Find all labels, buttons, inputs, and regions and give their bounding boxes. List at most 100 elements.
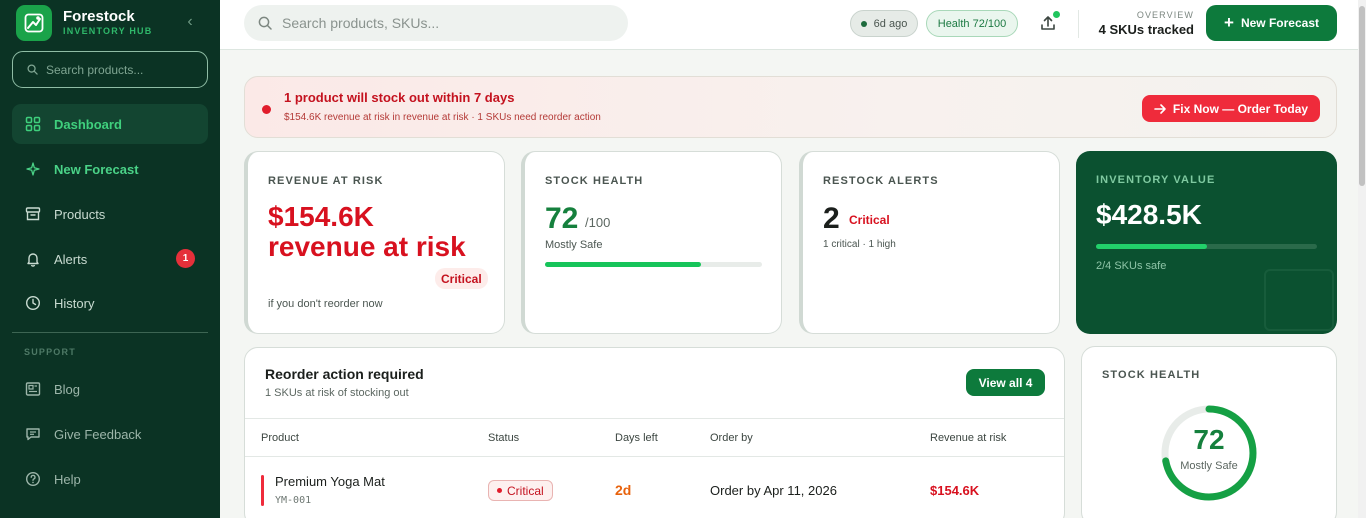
health-pill[interactable]: Health 72/100 [926,10,1018,37]
product-sku: YM-001 [275,495,312,506]
overview-label: OVERVIEW [1136,10,1194,20]
fix-now-button[interactable]: Fix Now — Order Today [1142,95,1320,122]
notification-dot [1053,11,1060,18]
sidebar-item-label: Help [54,471,81,487]
sidebar-item-label: History [54,295,95,311]
column-header-order-by[interactable]: Order by [710,432,753,444]
global-search-input[interactable] [282,15,602,31]
table-row[interactable]: Premium Yoga Mat YM-001 Critical 2d Orde… [245,458,1064,518]
card-label: STOCK HEALTH [545,175,644,187]
card-label: RESTOCK ALERTS [823,175,939,187]
sidebar-item-label: Give Feedback [54,426,142,442]
revenue-at-risk-value: $154.6K revenue at risk [268,201,466,262]
support-heading: SUPPORT [24,347,76,357]
order-by-date: Order by Apr 11, 2026 [710,483,837,498]
inventory-value-card: INVENTORY VALUE $428.5K 2/4 SKUs safe [1076,151,1337,334]
sidebar-item-new-forecast[interactable]: New Forecast [12,149,208,189]
stock-health-progress-bar [545,262,762,267]
message-icon [24,425,42,443]
restock-alerts-card: RESTOCK ALERTS 2 Critical 1 critical · 1… [799,151,1060,334]
brand-name: Forestock [63,8,135,25]
arrow-right-icon [1154,103,1166,114]
brand[interactable]: Forestock INVENTORY HUB [16,5,152,41]
new-forecast-label: New Forecast [1240,16,1319,30]
card-subtext: if you don't reorder now [268,298,383,310]
clock-icon [24,294,42,312]
sidebar-item-label: Alerts [54,251,88,267]
alerts-count-badge: 1 [176,249,195,268]
status-text: Critical [507,483,544,498]
scrollbar-thumb[interactable] [1359,6,1365,186]
critical-badge: Critical [435,268,488,289]
revenue-at-risk-card: REVENUE AT RISK $154.6K revenue at risk … [244,151,505,334]
sidebar-item-products[interactable]: Products [12,194,208,234]
alert-subtitle: $154.6K revenue at risk in revenue at ri… [284,112,601,123]
sidebar-item-label: Dashboard [54,116,122,132]
export-button[interactable] [1036,10,1060,36]
topbar-divider [1078,10,1079,38]
overview-summary: OVERVIEW 4 SKUs tracked [1088,9,1194,38]
sidebar-item-label: Products [54,206,106,222]
inventory-value: $428.5K [1096,199,1202,230]
box-decoration-icon [1264,269,1334,331]
days-left: 2d [615,482,632,498]
newspaper-icon [24,380,42,398]
sidebar-item-alerts[interactable]: Alerts 1 [12,239,208,279]
sidebar-item-give-feedback[interactable]: Give Feedback [12,414,208,454]
sidebar-item-dashboard[interactable]: Dashboard [12,104,208,144]
page-scrollbar[interactable] [1358,0,1366,518]
sidebar-item-label: Blog [54,381,81,397]
bell-icon [24,250,42,268]
critical-label: Critical [849,213,890,227]
stock-health-value: 72 [545,202,579,235]
column-header-status[interactable]: Status [488,432,519,444]
table-header: Product Status Days left Order by Revenu… [245,418,1064,457]
revenue-at-risk: $154.6K [930,483,980,498]
sidebar-search[interactable] [12,51,208,88]
new-forecast-button[interactable]: + New Forecast [1206,5,1337,41]
progress-fill [545,262,702,267]
column-header-days-left[interactable]: Days left [615,432,658,444]
sidebar-item-history[interactable]: History [12,283,208,323]
sidebar-item-blog[interactable]: Blog [12,369,208,409]
view-all-button[interactable]: View all 4 [966,369,1045,396]
collapse-sidebar-icon[interactable]: ‹ [183,12,197,32]
card-label: INVENTORY VALUE [1096,174,1216,186]
column-header-revenue-at-risk[interactable]: Revenue at risk [930,432,1006,444]
gauge-value: 72 [1193,424,1225,455]
search-icon [258,16,272,30]
grid-icon [24,115,42,133]
help-circle-icon [24,470,42,488]
stockout-alert-banner: 1 product will stock out within 7 days $… [244,76,1337,138]
status-dot [860,20,867,27]
top-bar: 6d ago Health 72/100 OVERVIEW 4 SKUs tra… [220,0,1358,50]
product-name[interactable]: Premium Yoga Mat [275,474,385,489]
sidebar-search-input[interactable] [46,62,196,77]
sidebar-item-help[interactable]: Help [12,459,208,499]
last-updated-pill: 6d ago [850,10,918,37]
stock-health-gauge: 72 Mostly Safe [1158,402,1260,504]
status-dot [497,488,502,493]
stock-health-card: STOCK HEALTH 72 /100 Mostly Safe [521,151,782,334]
restock-alerts-value: 2 [823,202,840,235]
progress-fill [1096,244,1207,249]
brand-logo-icon [16,5,52,41]
global-search[interactable] [244,5,628,41]
reorder-panel: Reorder action required 1 SKUs at risk o… [244,347,1065,518]
reorder-subtitle: 1 SKUs at risk of stocking out [265,387,409,399]
plus-icon: + [1224,13,1234,32]
inventory-progress-bar [1096,244,1317,249]
reorder-title: Reorder action required [265,366,424,382]
gauge-subtext: Mostly Safe [1180,460,1238,472]
critical-indicator [261,475,264,506]
sidebar-divider [12,332,208,333]
card-subtext: 2/4 SKUs safe [1096,260,1167,272]
status-badge: Critical [488,480,553,501]
card-label: STOCK HEALTH [1102,369,1201,381]
card-subtext: 1 critical · 1 high [823,239,896,250]
sidebar: Forestock INVENTORY HUB ‹ Dashboard New … [0,0,220,518]
column-header-product[interactable]: Product [261,432,299,444]
archive-box-icon [24,205,42,223]
overview-value: 4 SKUs tracked [1098,22,1194,37]
alert-dot [262,105,271,114]
